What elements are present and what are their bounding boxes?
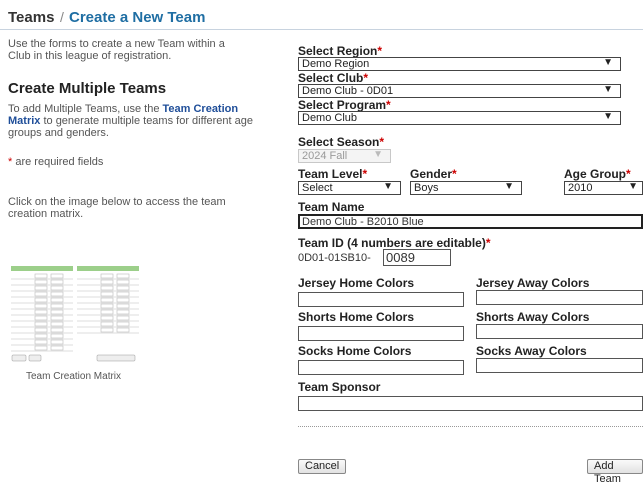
- chevron-down-icon: ▼: [504, 181, 514, 192]
- multi-heading: Create Multiple Teams: [8, 80, 167, 97]
- chevron-down-icon: ▼: [373, 149, 383, 160]
- program-select[interactable]: Demo Club ▼: [298, 111, 621, 125]
- team-level-label: Team Level*: [298, 167, 368, 181]
- age-group-select[interactable]: 2010 ▼: [564, 181, 643, 195]
- chevron-down-icon: ▼: [603, 57, 613, 68]
- socks-away-label: Socks Away Colors: [476, 344, 587, 358]
- region-select[interactable]: Demo Region ▼: [298, 57, 621, 71]
- season-label: Select Season*: [298, 135, 385, 149]
- jersey-home-label: Jersey Home Colors: [298, 276, 415, 290]
- chevron-down-icon: ▼: [383, 181, 393, 192]
- shorts-home-input[interactable]: [298, 326, 464, 341]
- team-level-select[interactable]: Select ▼: [298, 181, 401, 195]
- image-hint: Click on the image below to access the t…: [8, 196, 226, 220]
- age-group-label: Age Group*: [564, 167, 631, 181]
- page-title: Teams / Create a New Team: [0, 8, 643, 30]
- multi-text: To add Multiple Teams, use the Team Crea…: [8, 103, 253, 139]
- gender-label: Gender*: [410, 167, 457, 181]
- sponsor-label: Team Sponsor: [298, 380, 381, 394]
- jersey-home-input[interactable]: [298, 292, 464, 307]
- socks-home-label: Socks Home Colors: [298, 344, 412, 358]
- breadcrumb-current: Create a New Team: [69, 9, 206, 26]
- intro-text: Use the forms to create a new Team withi…: [8, 38, 225, 62]
- gender-select[interactable]: Boys ▼: [410, 181, 522, 195]
- team-name-input[interactable]: Demo Club - B2010 Blue: [298, 214, 643, 229]
- sponsor-input[interactable]: [298, 396, 643, 411]
- program-label: Select Program*: [298, 98, 391, 112]
- team-id-label: Team ID (4 numbers are editable)*: [298, 236, 491, 250]
- breadcrumb-separator: /: [60, 9, 64, 25]
- region-label: Select Region*: [298, 44, 383, 58]
- team-creation-matrix-image[interactable]: [11, 266, 139, 366]
- breadcrumb-section[interactable]: Teams: [8, 9, 54, 26]
- shorts-away-input[interactable]: [476, 324, 643, 339]
- add-team-button[interactable]: Add Team: [587, 459, 643, 485]
- cancel-button[interactable]: Cancel: [298, 459, 347, 474]
- matrix-caption[interactable]: Team Creation Matrix: [26, 371, 121, 382]
- team-name-label: Team Name: [298, 200, 365, 214]
- club-label: Select Club*: [298, 71, 369, 85]
- required-note: * are required fields: [8, 156, 104, 168]
- team-id-input[interactable]: 0089: [383, 249, 451, 266]
- socks-away-input[interactable]: [476, 358, 643, 373]
- season-select[interactable]: 2024 Fall ▼: [298, 149, 391, 163]
- chevron-down-icon: ▼: [603, 84, 613, 95]
- chevron-down-icon: ▼: [603, 111, 613, 122]
- club-select[interactable]: Demo Club - 0D01 ▼: [298, 84, 621, 98]
- shorts-home-label: Shorts Home Colors: [298, 310, 415, 324]
- jersey-away-label: Jersey Away Colors: [476, 276, 590, 290]
- chevron-down-icon: ▼: [628, 181, 638, 192]
- jersey-away-input[interactable]: [476, 290, 643, 305]
- divider: [298, 426, 643, 427]
- socks-home-input[interactable]: [298, 360, 464, 375]
- team-id-prefix: 0D01-01SB10-: [298, 252, 371, 264]
- shorts-away-label: Shorts Away Colors: [476, 310, 590, 324]
